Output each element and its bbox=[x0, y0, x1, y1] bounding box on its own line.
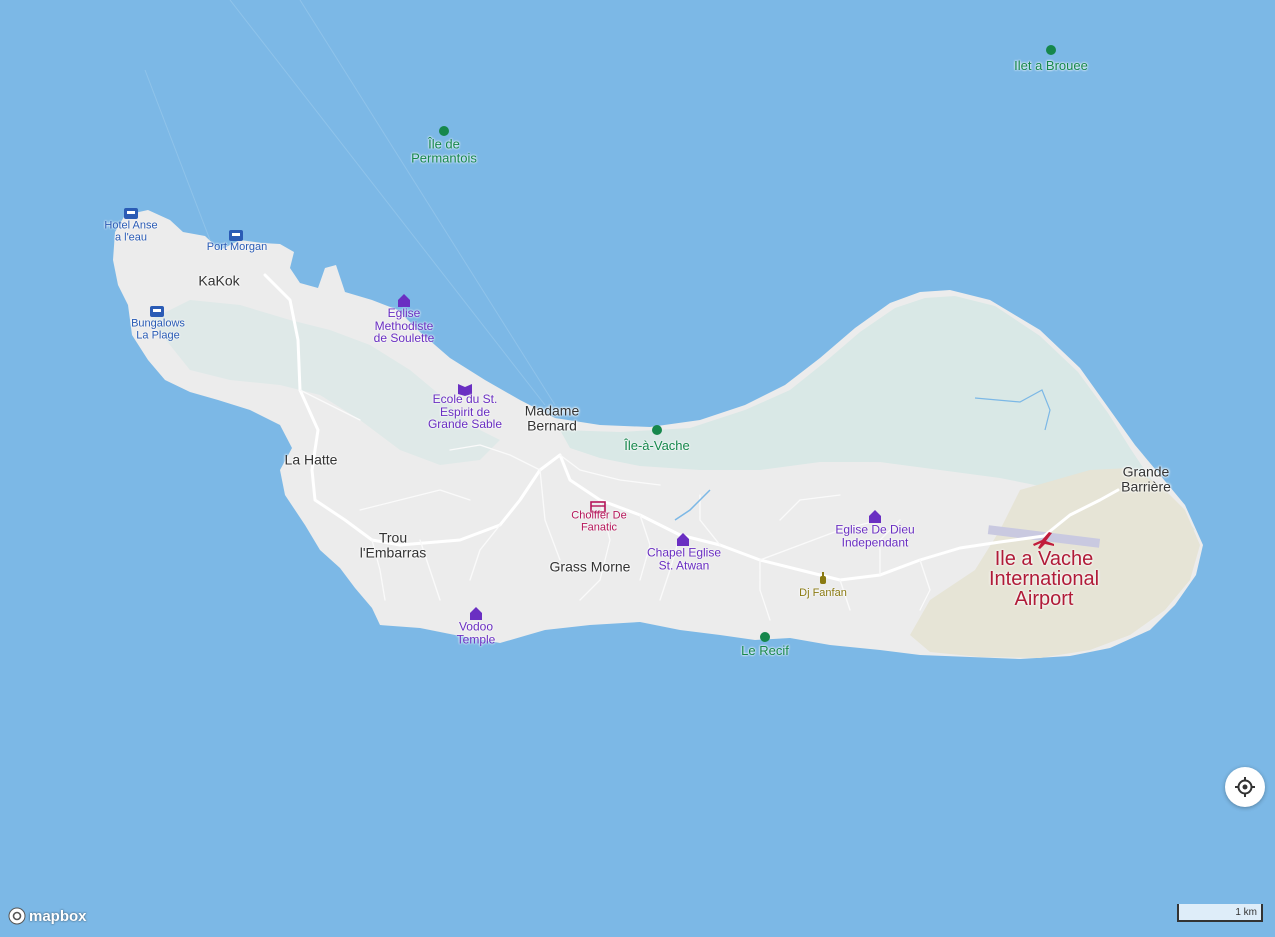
map-base-layer bbox=[113, 0, 1203, 659]
islet-marker[interactable] bbox=[652, 425, 662, 435]
locate-me-button[interactable] bbox=[1225, 767, 1265, 807]
hotel-icon[interactable] bbox=[124, 208, 138, 219]
crosshair-icon bbox=[1235, 777, 1255, 797]
mapbox-logo-icon bbox=[8, 907, 26, 925]
place-label-la-hatte[interactable]: La Hatte bbox=[285, 452, 338, 468]
church-icon[interactable] bbox=[398, 294, 410, 307]
map-canvas[interactable]: KaKok La Hatte Madame Bernard Trou l'Emb… bbox=[0, 0, 1275, 937]
poi-label-port-morgan[interactable]: Port Morgan bbox=[207, 242, 268, 254]
poi-label-vodoo-temple[interactable]: Vodoo Temple bbox=[457, 620, 496, 645]
island-label-ilet-brouee[interactable]: Ilet a Brouee bbox=[1014, 59, 1088, 73]
poi-label-eglise-dieu[interactable]: Eglise De Dieu Independant bbox=[835, 523, 914, 548]
mapbox-logo-text: mapbox bbox=[29, 907, 87, 925]
islet-marker[interactable] bbox=[1046, 45, 1056, 55]
scale-bar: 1 km bbox=[1177, 904, 1263, 922]
poi-label-bungalows[interactable]: Bungalows La Plage bbox=[131, 318, 185, 341]
island-label-le-recif[interactable]: Le Recif bbox=[741, 644, 789, 658]
hotel-icon[interactable] bbox=[229, 230, 243, 241]
place-label-grass-morne[interactable]: Grass Morne bbox=[550, 559, 631, 575]
poi-label-ecole[interactable]: Ecole du St. Espirit de Grande Sable bbox=[428, 393, 502, 431]
poi-label-eglise-methodiste[interactable]: Eglise Methodiste de Soulette bbox=[374, 307, 435, 345]
islet-marker[interactable] bbox=[760, 632, 770, 642]
poi-label-chapel[interactable]: Chapel Eglise St. Atwan bbox=[647, 546, 721, 571]
islet-marker[interactable] bbox=[439, 126, 449, 136]
island-label-ile-a-vache[interactable]: Île-à-Vache bbox=[624, 439, 690, 453]
place-label-kakok[interactable]: KaKok bbox=[198, 273, 239, 289]
island-label-ile-permantois[interactable]: Île de Permantois bbox=[411, 137, 477, 164]
airport-label[interactable]: Ile a Vache International Airport bbox=[989, 549, 1099, 609]
poi-label-choiffer[interactable]: Choiffer De Fanatic bbox=[571, 510, 626, 533]
mapbox-logo[interactable]: mapbox bbox=[8, 907, 87, 925]
place-label-grande-barriere[interactable]: Grande Barrière bbox=[1121, 464, 1171, 494]
poi-label-dj-fanfan[interactable]: Dj Fanfan bbox=[799, 588, 847, 600]
hotel-icon[interactable] bbox=[150, 306, 164, 317]
place-label-madame-bernard[interactable]: Madame Bernard bbox=[525, 403, 579, 433]
place-label-trou-embarras[interactable]: Trou l'Embarras bbox=[360, 530, 426, 560]
poi-label-hotel-anse[interactable]: Hotel Anse a l'eau bbox=[104, 220, 157, 243]
